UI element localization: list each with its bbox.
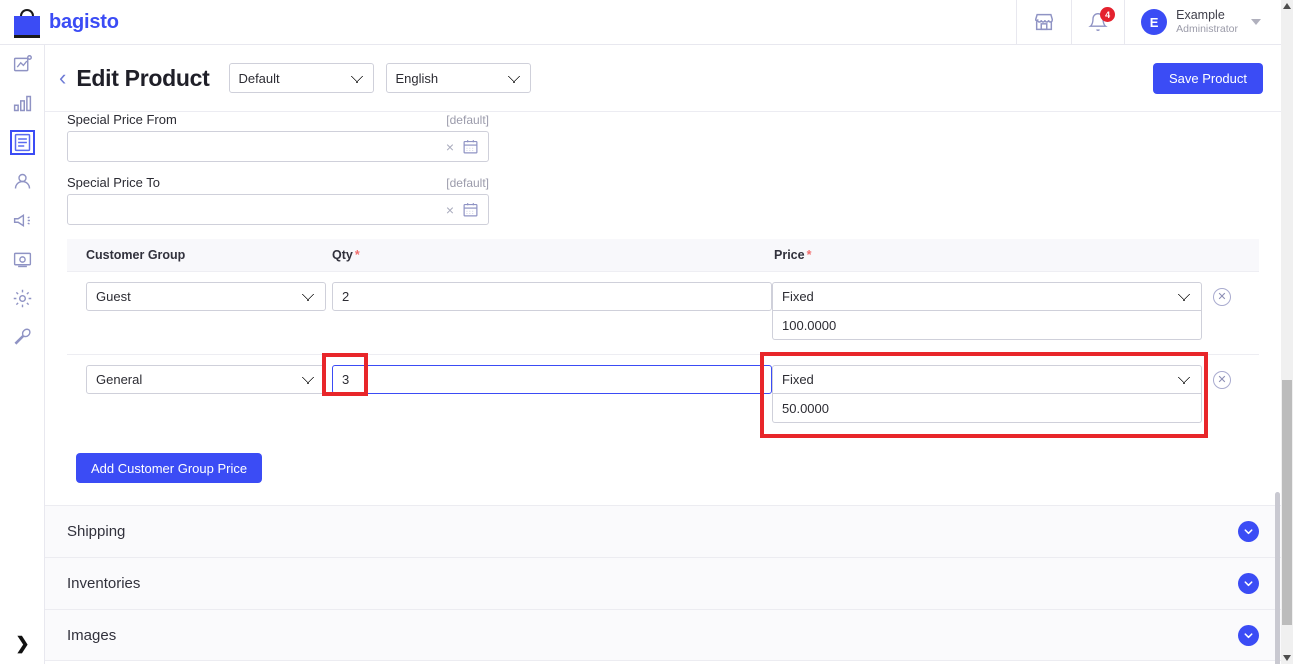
cell-qty	[332, 282, 772, 311]
scroll-up-arrow-icon[interactable]	[1283, 3, 1291, 9]
user-name: Example	[1176, 7, 1225, 22]
chevron-down-icon	[1251, 19, 1261, 25]
header-divider	[45, 111, 1281, 112]
customer-group-price-table: Customer Group Qty * Price * Guest 2 Fix…	[67, 239, 1259, 437]
calendar-icon[interactable]	[462, 138, 479, 155]
chevron-down-icon[interactable]	[1238, 521, 1259, 542]
channel-select[interactable]: Default	[229, 63, 375, 93]
circle-close-icon[interactable]: ✕	[1213, 371, 1231, 389]
main-content: ‹ Edit Product Default English Save Prod…	[45, 45, 1281, 664]
column-header-customer-group: Customer Group	[86, 248, 186, 262]
accordion-title: Shipping	[67, 523, 126, 540]
table-header-row: Customer Group Qty * Price *	[67, 239, 1259, 272]
qty-input[interactable]	[332, 365, 772, 394]
cell-price: Fixed	[772, 282, 1202, 340]
cell-price: Fixed	[772, 365, 1202, 423]
sidebar-item-configure[interactable]	[0, 318, 45, 357]
table-row: General Fixed ✕	[67, 354, 1259, 437]
circle-close-icon[interactable]: ✕	[1213, 288, 1231, 306]
section-accordion-list: Shipping Inventories Images	[45, 505, 1281, 661]
column-header-qty: Qty *	[332, 248, 772, 262]
accordion-inventories[interactable]: Inventories	[45, 557, 1281, 609]
price-value-input[interactable]	[772, 311, 1202, 340]
price-panel: Special Price From [default] × Special P…	[45, 112, 1281, 483]
sidebar-item-customers[interactable]	[0, 162, 45, 201]
clear-x-icon[interactable]: ×	[446, 202, 454, 218]
chevron-left-icon[interactable]: ‹	[59, 65, 66, 91]
accordion-shipping[interactable]: Shipping	[45, 505, 1281, 557]
scroll-down-arrow-icon[interactable]	[1283, 655, 1291, 661]
sidebar: ❯	[0, 45, 45, 664]
special-price-from-label: Special Price From	[67, 112, 177, 127]
chevron-right-icon: ❯	[15, 634, 30, 653]
required-asterisk: *	[354, 248, 360, 262]
add-customer-group-price-button[interactable]: Add Customer Group Price	[76, 453, 263, 483]
notification-count-badge: 4	[1100, 7, 1116, 22]
top-bar-actions: 4 E Example Administrator	[1016, 0, 1281, 45]
special-price-from-label-row: Special Price From [default]	[67, 112, 489, 127]
accordion-title: Inventories	[67, 575, 141, 592]
cell-qty	[332, 365, 772, 394]
table-row: Guest Fixed ✕	[67, 272, 1259, 354]
price-type-select[interactable]: Fixed	[772, 282, 1202, 311]
cell-remove: ✕	[1202, 282, 1242, 306]
special-price-from-default-tag: [default]	[446, 113, 489, 127]
brand-name: bagisto	[49, 10, 119, 33]
cell-customer-group: General	[77, 365, 332, 394]
window-scrollbar[interactable]	[1281, 0, 1293, 664]
notifications-button[interactable]: 4	[1071, 0, 1124, 45]
avatar: E	[1141, 9, 1168, 35]
customer-group-select[interactable]: Guest	[86, 282, 326, 311]
cell-customer-group: Guest	[77, 282, 332, 311]
sidebar-item-settings[interactable]	[0, 279, 45, 318]
sidebar-item-marketing[interactable]	[0, 201, 45, 240]
locale-select[interactable]: English	[386, 63, 532, 93]
sidebar-item-reporting[interactable]	[0, 84, 45, 123]
page-header: ‹ Edit Product Default English Save Prod…	[45, 45, 1281, 112]
sidebar-item-cms[interactable]	[0, 240, 45, 279]
sidebar-expand-button[interactable]: ❯	[0, 634, 45, 654]
special-price-from-field[interactable]: ×	[67, 131, 489, 162]
page-title: Edit Product	[76, 64, 210, 91]
brand-logo[interactable]: bagisto	[0, 8, 240, 38]
special-price-to-default-tag: [default]	[446, 176, 489, 190]
shopping-bag-icon	[14, 8, 40, 38]
user-role: Administrator	[1176, 23, 1238, 36]
inner-scrollbar-thumb[interactable]	[1275, 492, 1280, 664]
special-price-to-label-row: Special Price To [default]	[67, 175, 489, 190]
column-header-price-label: Price	[774, 248, 805, 262]
chevron-down-icon[interactable]	[1238, 573, 1259, 594]
top-bar: bagisto 4 E Example Administrator	[0, 0, 1281, 45]
required-asterisk: *	[806, 248, 812, 262]
accordion-images[interactable]: Images	[45, 609, 1281, 661]
customer-group-select[interactable]: General	[86, 365, 326, 394]
special-price-to-field[interactable]: ×	[67, 194, 489, 225]
accordion-title: Images	[67, 626, 117, 644]
calendar-icon[interactable]	[462, 201, 479, 218]
qty-input[interactable]	[332, 282, 772, 311]
sidebar-item-catalog[interactable]	[0, 123, 45, 162]
sidebar-item-dashboard[interactable]	[0, 45, 45, 84]
store-front-icon[interactable]	[1016, 0, 1071, 45]
chevron-down-icon[interactable]	[1238, 624, 1259, 646]
column-header-price: Price *	[772, 248, 1212, 262]
special-price-to-label: Special Price To	[67, 175, 160, 190]
form-scroll-area: Special Price From [default] × Special P…	[45, 112, 1281, 664]
save-product-button[interactable]: Save Product	[1152, 62, 1263, 94]
cell-remove: ✕	[1202, 365, 1242, 389]
price-type-select[interactable]: Fixed	[772, 365, 1202, 394]
user-menu[interactable]: E Example Administrator	[1124, 0, 1281, 45]
column-header-qty-label: Qty	[332, 248, 353, 262]
clear-x-icon[interactable]: ×	[446, 139, 454, 155]
window-scrollbar-thumb[interactable]	[1282, 380, 1292, 625]
price-value-input[interactable]	[772, 394, 1202, 423]
inner-scrollbar[interactable]	[1274, 224, 1281, 664]
